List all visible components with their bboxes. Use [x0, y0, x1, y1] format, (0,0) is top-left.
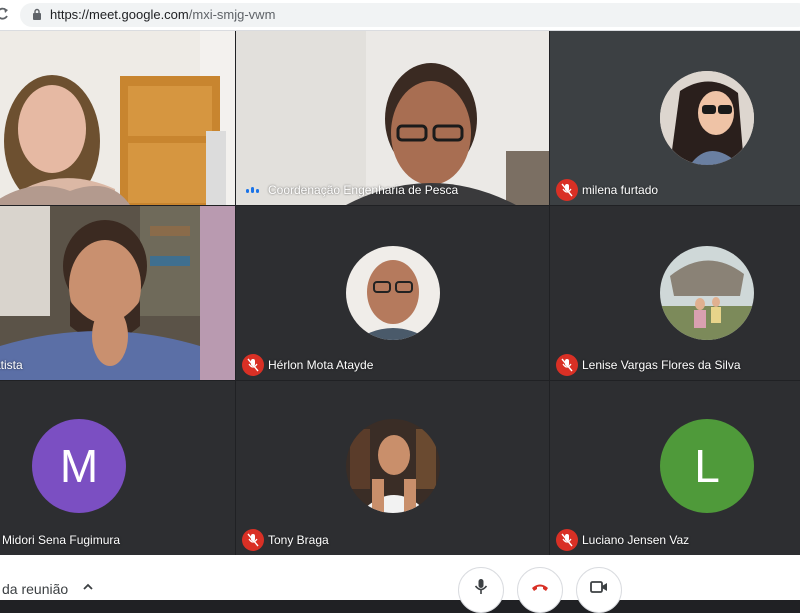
mic-off-icon — [556, 529, 578, 551]
hang-up-icon — [532, 584, 548, 591]
participant-video — [0, 206, 235, 380]
participant-tile[interactable]: Hérlon Mota Atayde — [236, 206, 549, 380]
participant-avatar — [660, 71, 754, 165]
participant-name: Luciano Jensen Vaz — [582, 533, 690, 547]
participant-video — [0, 31, 235, 205]
mic-off-icon — [242, 354, 264, 376]
camera-button[interactable] — [576, 567, 622, 613]
browser-address-bar: https://meet.google.com/mxi-smjg-vwm — [0, 0, 800, 31]
microphone-icon — [474, 579, 488, 594]
hang-up-button[interactable] — [517, 567, 563, 613]
participant-name: Tony Braga — [268, 533, 329, 547]
url-field[interactable]: https://meet.google.com/mxi-smjg-vwm — [20, 3, 800, 27]
meeting-controls-bar: da reunião — [0, 555, 800, 613]
participant-tile[interactable]: atista — [0, 206, 235, 380]
camera-icon — [590, 581, 607, 593]
participant-tile[interactable]: Coordenação Engenharia de Pesca — [236, 31, 549, 205]
participant-name: milena furtado — [582, 183, 659, 197]
participant-avatar — [660, 246, 754, 340]
participant-name: Hérlon Mota Atayde — [268, 358, 374, 372]
participant-avatar — [346, 419, 440, 513]
reload-icon[interactable] — [0, 6, 10, 22]
microphone-button[interactable] — [458, 567, 504, 613]
speaking-indicator-icon — [246, 187, 260, 193]
participant-tile[interactable]: M Midori Sena Fugimura — [0, 381, 235, 555]
chevron-up-icon[interactable] — [82, 581, 94, 593]
participant-tile[interactable]: L Luciano Jensen Vaz — [550, 381, 800, 555]
participant-name: Coordenação Engenharia de Pesca — [268, 183, 459, 197]
participant-name: Lenise Vargas Flores da Silva — [582, 358, 741, 372]
participant-tile[interactable] — [0, 31, 235, 205]
participant-avatar: L — [660, 419, 754, 513]
participant-name: Midori Sena Fugimura — [2, 533, 121, 547]
participant-avatar — [346, 246, 440, 340]
participant-tile[interactable]: Tony Braga — [236, 381, 549, 555]
mic-off-icon — [556, 179, 578, 201]
participant-avatar: M — [32, 419, 126, 513]
meeting-details-button[interactable]: da reunião — [2, 581, 68, 597]
participant-grid: Coordenação Engenharia de Pesca milena f… — [0, 31, 800, 555]
lock-icon — [33, 8, 41, 20]
mic-off-icon — [556, 354, 578, 376]
url-text: https://meet.google.com/mxi-smjg-vwm — [50, 7, 276, 22]
participant-name: atista — [0, 358, 23, 372]
participant-video — [236, 31, 549, 205]
participant-tile[interactable]: milena furtado — [550, 31, 800, 205]
mic-off-icon — [242, 529, 264, 551]
participant-tile[interactable]: Lenise Vargas Flores da Silva — [550, 206, 800, 380]
